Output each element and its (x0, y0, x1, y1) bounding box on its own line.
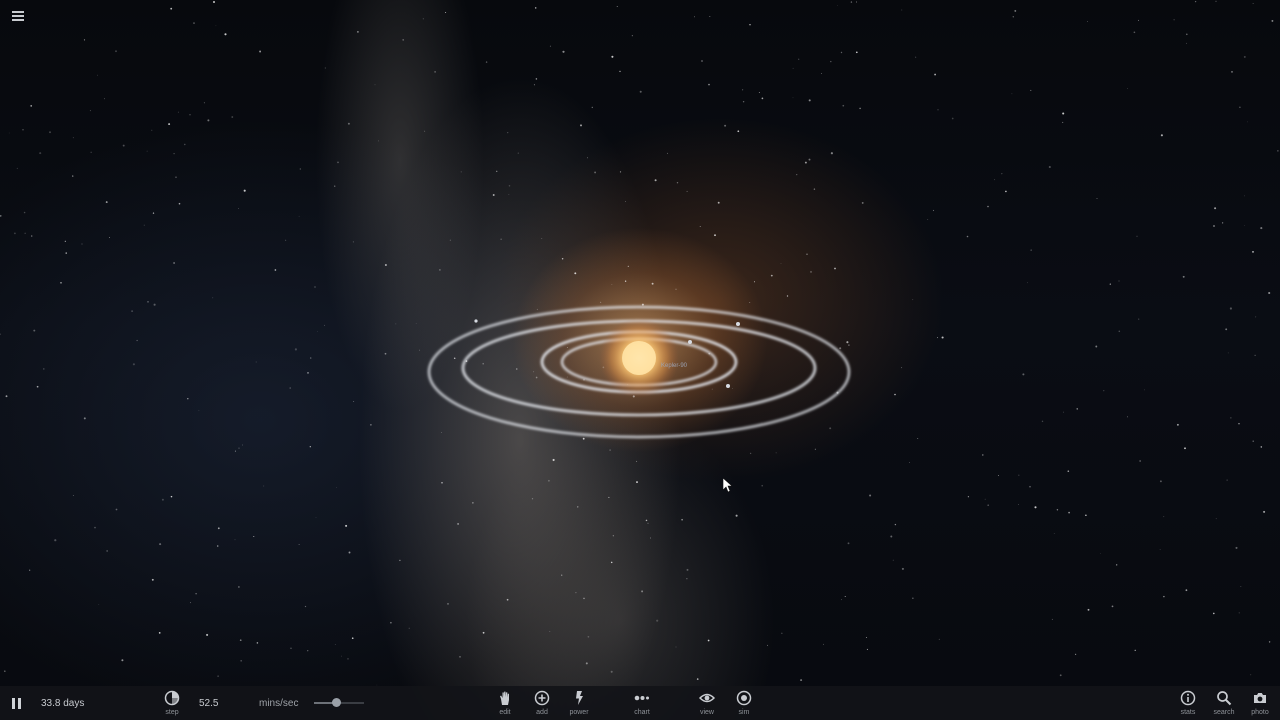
elapsed-time: 33.8 days (41, 697, 85, 709)
pause-icon (12, 697, 15, 709)
rate-unit: mins/sec (259, 697, 299, 709)
step-icon (164, 690, 180, 706)
rate-value: 52.5 (199, 697, 219, 709)
hamburger-menu-icon[interactable] (10, 9, 26, 25)
star-label[interactable]: Kepler-90 (661, 363, 688, 369)
bottom-toolbar: 33.8 days step 52.5 mins/sec edit add po… (0, 686, 1280, 720)
plus-circle-icon (534, 690, 550, 706)
step-button[interactable]: step (152, 686, 192, 720)
chart-tool-button[interactable]: chart (622, 686, 662, 720)
power-tool-label: power (569, 709, 589, 716)
power-tool-button[interactable]: power (559, 686, 599, 720)
mouse-cursor-icon (723, 478, 733, 493)
rate-slider[interactable] (314, 698, 364, 707)
pause-button[interactable] (12, 686, 26, 720)
star-system[interactable]: Kepler-90 (0, 0, 1280, 686)
star[interactable] (622, 341, 656, 375)
chart-dots-icon (634, 695, 649, 701)
hand-icon (500, 691, 509, 705)
edit-tool-button[interactable]: edit (485, 686, 525, 720)
search-icon (1217, 691, 1232, 706)
photo-button[interactable]: photo (1240, 686, 1280, 720)
pause-icon-bar (18, 697, 21, 709)
simulation-viewport[interactable]: Kepler-90 33.8 days step 52.5 mins/sec e… (0, 0, 1280, 720)
planet[interactable] (474, 319, 478, 323)
target-icon (736, 690, 752, 706)
planet[interactable] (736, 322, 740, 326)
photo-label: photo (1251, 709, 1269, 716)
camera-icon (1254, 693, 1266, 703)
view-tool-button[interactable]: view (687, 686, 727, 720)
lightning-icon (576, 691, 583, 705)
planet[interactable] (688, 340, 692, 344)
stats-label: stats (1180, 709, 1196, 716)
rate-slider-handle[interactable] (332, 698, 341, 707)
step-label: step (165, 709, 179, 716)
chart-tool-label: chart (634, 709, 650, 716)
sim-tool-button[interactable]: sim (724, 686, 764, 720)
search-button[interactable]: search (1204, 686, 1244, 720)
eye-icon (699, 693, 715, 703)
sim-tool-label: sim (738, 709, 750, 716)
planet[interactable] (726, 384, 730, 388)
add-tool-button[interactable]: add (522, 686, 562, 720)
stats-button[interactable]: stats (1168, 686, 1208, 720)
search-label: search (1213, 709, 1235, 716)
edit-tool-label: edit (499, 709, 511, 716)
info-icon (1180, 690, 1196, 706)
add-tool-label: add (536, 709, 548, 716)
view-tool-label: view (699, 709, 714, 716)
